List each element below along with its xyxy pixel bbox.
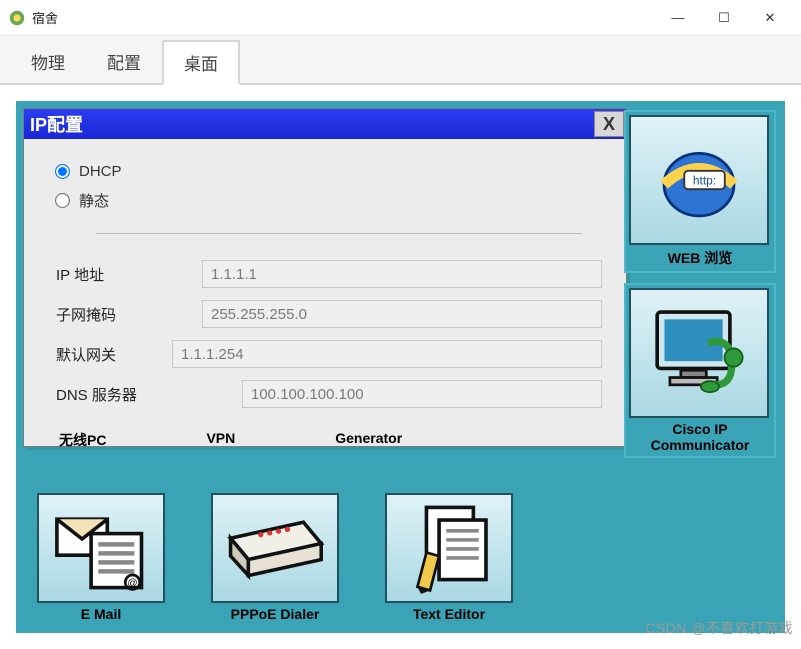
tabstrip: 物理 配置 桌面	[0, 36, 801, 85]
static-radio-row[interactable]: 静态	[56, 190, 602, 211]
globe-icon: http:	[653, 134, 745, 226]
watermark: CSDN @不喜欢打游戏	[645, 618, 793, 638]
cisco-ip-communicator-app[interactable]: Cisco IP Communicator	[624, 283, 776, 458]
web-browser-app[interactable]: http: WEB 浏览	[624, 110, 776, 273]
ip-config-close-button[interactable]: X	[594, 111, 624, 137]
app-icon	[8, 9, 26, 27]
svg-text:@: @	[127, 578, 137, 589]
email-label: E Mail	[31, 606, 171, 622]
ip-address-label: IP 地址	[56, 264, 172, 285]
svg-text:http:: http:	[693, 174, 716, 188]
tab-config[interactable]: 配置	[86, 40, 162, 83]
ip-config-titlebar: IP配置 X	[24, 109, 626, 139]
window-title: 宿舍	[32, 8, 655, 27]
maximize-button[interactable]: ☐	[701, 3, 747, 33]
web-browser-label: WEB 浏览	[629, 248, 771, 268]
tab-desktop[interactable]: 桌面	[162, 40, 240, 85]
subnet-mask-input[interactable]	[202, 300, 602, 328]
dhcp-radio[interactable]	[55, 164, 70, 179]
titlebar: 宿舍 — ☐ ✕	[0, 0, 801, 36]
ip-address-input[interactable]	[202, 260, 602, 288]
text-editor-icon	[399, 502, 499, 594]
email-icon: @	[51, 503, 151, 593]
separator	[96, 233, 582, 234]
workspace: IP配置 X DHCP 静态 IP 地址	[0, 85, 801, 649]
dhcp-label: DHCP	[79, 163, 122, 180]
close-window-button[interactable]: ✕	[747, 3, 793, 33]
desktop-panel: IP配置 X DHCP 静态 IP 地址	[16, 101, 785, 633]
cisco-ip-label-2: Communicator	[629, 437, 771, 453]
monitor-headset-icon	[644, 303, 754, 403]
tab-physical[interactable]: 物理	[10, 40, 86, 83]
text-editor-label: Text Editor	[379, 606, 519, 622]
default-gateway-input[interactable]	[172, 340, 602, 368]
subnet-mask-label: 子网掩码	[56, 304, 172, 325]
dns-server-label: DNS 服务器	[56, 384, 178, 405]
pppoe-label: PPPoE Dialer	[205, 606, 345, 622]
default-gateway-label: 默认网关	[56, 344, 178, 365]
email-app[interactable]: @ E Mail	[31, 493, 171, 622]
static-label: 静态	[79, 190, 109, 211]
dns-server-input[interactable]	[242, 380, 602, 408]
background-app-labels: 无线PC VPN Generator	[59, 430, 402, 450]
text-editor-app[interactable]: Text Editor	[379, 493, 519, 622]
static-radio[interactable]	[55, 193, 70, 208]
vpn-label: VPN	[206, 430, 235, 450]
dhcp-radio-row[interactable]: DHCP	[56, 163, 602, 180]
ip-config-dialog: IP配置 X DHCP 静态 IP 地址	[23, 108, 627, 447]
minimize-button[interactable]: —	[655, 3, 701, 33]
generator-label: Generator	[335, 430, 402, 450]
ip-config-title: IP配置	[30, 111, 83, 137]
modem-icon	[220, 508, 330, 588]
pppoe-dialer-app[interactable]: PPPoE Dialer	[205, 493, 345, 622]
cisco-ip-label-1: Cisco IP	[629, 421, 771, 437]
wireless-pc-label: 无线PC	[59, 430, 106, 450]
